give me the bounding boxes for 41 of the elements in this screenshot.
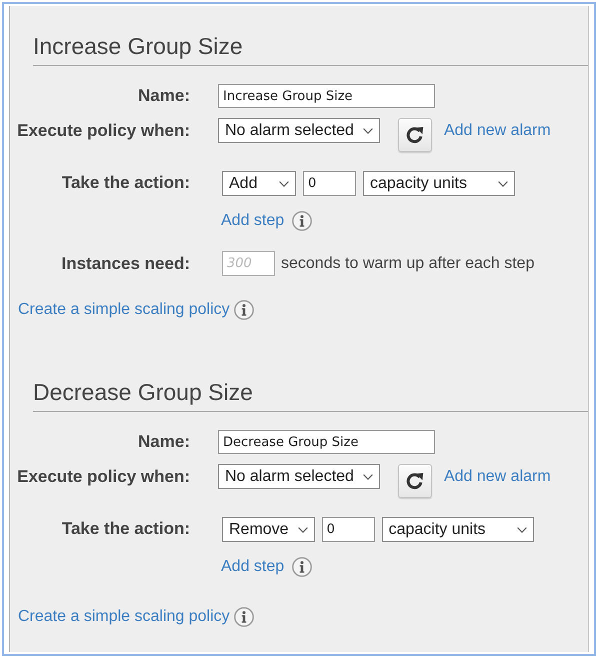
- field-label: Take the action:: [60, 172, 190, 194]
- refresh-icon: [405, 472, 424, 490]
- info-icon[interactable]: [234, 300, 254, 320]
- field-label: Name:: [137, 85, 190, 107]
- chevron-down-icon: [516, 526, 527, 532]
- info-icon[interactable]: [292, 557, 312, 577]
- alarm-dropdown[interactable]: No alarm selected: [218, 118, 380, 143]
- unit-dropdown[interactable]: capacity units: [363, 171, 515, 196]
- add-step-link[interactable]: Add step: [221, 557, 284, 577]
- chevron-down-icon: [498, 180, 508, 186]
- add-alarm-link[interactable]: Add new alarm: [444, 118, 551, 143]
- warmup-text: seconds to warm up after each step: [281, 254, 534, 274]
- chevron-down-icon: [362, 474, 373, 480]
- field-label: Name:: [137, 431, 190, 453]
- action-dropdown[interactable]: Add: [222, 171, 296, 196]
- amount-field[interactable]: 0: [322, 517, 375, 542]
- add-step-link[interactable]: Add step: [221, 211, 284, 231]
- add-alarm-link[interactable]: Add new alarm: [444, 464, 551, 489]
- simple-policy-link[interactable]: Create a simple scaling policy: [18, 607, 230, 627]
- info-icon[interactable]: [234, 607, 254, 627]
- chevron-down-icon: [298, 526, 308, 532]
- alarm-dropdown[interactable]: No alarm selected: [218, 464, 380, 489]
- name-field[interactable]: Decrease Group Size: [218, 430, 435, 454]
- refresh-button[interactable]: [398, 464, 432, 498]
- section-title: Increase Group Size: [33, 32, 588, 66]
- warmup-field[interactable]: 300: [222, 251, 275, 276]
- name-field[interactable]: Increase Group Size: [218, 84, 435, 108]
- chevron-down-icon: [279, 180, 289, 186]
- chevron-down-icon: [362, 128, 373, 134]
- refresh-icon: [405, 126, 424, 144]
- info-icon[interactable]: [292, 211, 312, 231]
- action-dropdown[interactable]: Remove: [222, 517, 315, 542]
- field-label: Execute policy when:: [16, 120, 190, 142]
- unit-dropdown[interactable]: capacity units: [382, 517, 534, 542]
- section-title: Decrease Group Size: [33, 378, 588, 412]
- field-label: Execute policy when:: [16, 466, 190, 488]
- refresh-button[interactable]: [398, 118, 432, 152]
- amount-field[interactable]: 0: [303, 171, 356, 196]
- simple-policy-link[interactable]: Create a simple scaling policy: [18, 300, 230, 320]
- field-label: Take the action:: [60, 518, 190, 540]
- field-label: Instances need:: [60, 253, 190, 275]
